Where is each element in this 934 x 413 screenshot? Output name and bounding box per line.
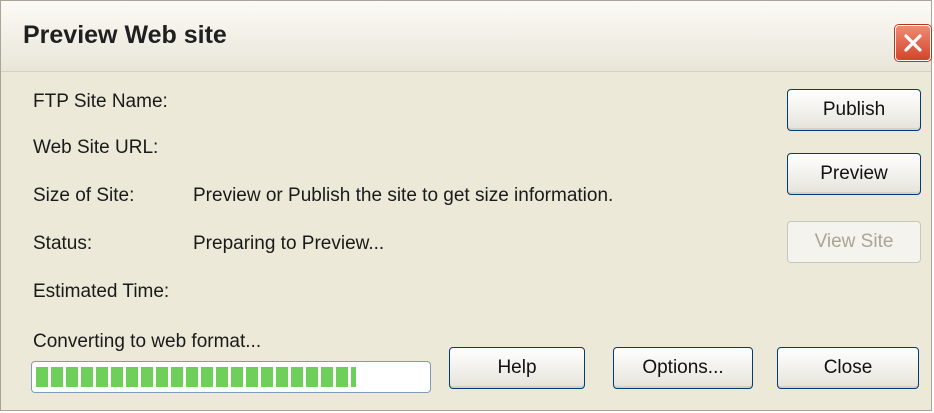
progress-bar — [31, 361, 431, 393]
dialog-title: Preview Web site — [23, 21, 227, 49]
close-button[interactable]: Close — [777, 347, 919, 389]
preview-button[interactable]: Preview — [787, 153, 921, 195]
size-of-site-value: Preview or Publish the site to get size … — [193, 185, 614, 206]
view-site-button[interactable]: View Site — [787, 221, 921, 263]
status-label: Status: — [33, 233, 93, 254]
publish-button[interactable]: Publish — [787, 89, 921, 131]
size-of-site-label: Size of Site: — [33, 185, 135, 206]
title-bar[interactable]: Preview Web site — [1, 1, 931, 72]
preview-web-site-dialog: Preview Web site FTP Site Name: Web Site… — [0, 0, 932, 411]
ftp-site-name-label: FTP Site Name: — [33, 91, 168, 112]
web-site-url-label: Web Site URL: — [33, 137, 159, 158]
status-value: Preparing to Preview... — [193, 233, 385, 254]
close-icon — [904, 34, 922, 52]
estimated-time-label: Estimated Time: — [33, 281, 170, 302]
progress-bar-fill — [36, 367, 356, 387]
options-button[interactable]: Options... — [613, 347, 753, 389]
help-button[interactable]: Help — [449, 347, 585, 389]
progress-caption: Converting to web format... — [33, 331, 262, 352]
title-close-button[interactable] — [895, 25, 931, 61]
